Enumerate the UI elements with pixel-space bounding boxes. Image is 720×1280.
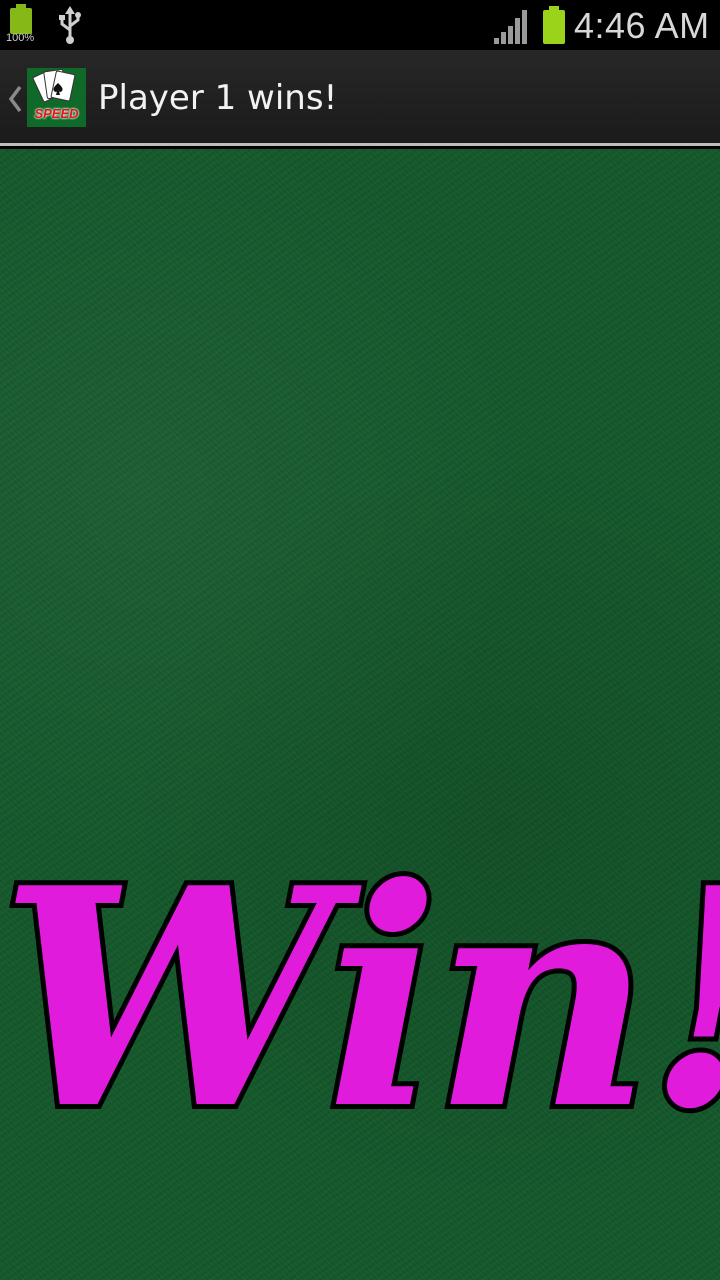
chevron-left-icon[interactable] xyxy=(6,84,24,114)
page-title: Player 1 wins! xyxy=(98,78,338,118)
usb-icon xyxy=(59,6,81,44)
status-clock: 4:46 AM xyxy=(574,5,710,46)
game-table: Win! xyxy=(0,149,720,1280)
signal-icon xyxy=(494,10,527,44)
win-message: Win! xyxy=(0,822,720,1175)
app-logo-label: SPEED xyxy=(34,106,79,121)
app-logo[interactable]: SPEED xyxy=(27,68,86,127)
screen: 100% 4:46 AM SPEED Player 1 wins! Win! xyxy=(0,0,720,1280)
spade-icon xyxy=(53,83,63,95)
action-bar: SPEED Player 1 wins! xyxy=(0,50,720,146)
battery-small-icon: 100% xyxy=(6,4,36,44)
battery-icon xyxy=(542,6,566,44)
battery-percent-label: 100% xyxy=(6,32,35,44)
status-bar: 100% 4:46 AM xyxy=(0,0,720,50)
